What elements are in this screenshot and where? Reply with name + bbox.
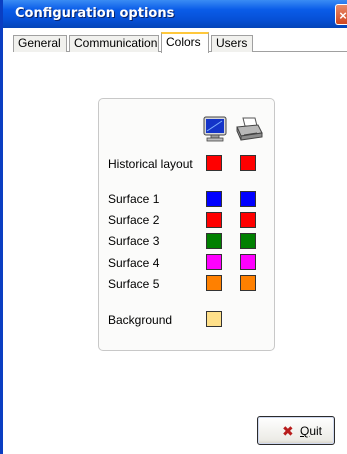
surface-2-screen-swatch[interactable]: [206, 212, 222, 228]
historical-layout-screen-swatch[interactable]: [206, 155, 222, 171]
close-button[interactable]: ×: [335, 4, 347, 25]
surface-3-screen-swatch[interactable]: [206, 233, 222, 249]
tab-users[interactable]: Users: [211, 35, 253, 52]
row-label-surface-2: Surface 2: [108, 213, 160, 227]
tab-label: Users: [216, 36, 248, 50]
x-icon: ✖: [282, 423, 294, 439]
row-label-background: Background: [108, 313, 173, 327]
tab-label: Communication: [74, 36, 158, 50]
surface-2-print-swatch[interactable]: [240, 212, 256, 228]
monitor-icon: [200, 114, 230, 144]
background-screen-swatch[interactable]: [206, 311, 222, 327]
quit-label: Quit: [300, 424, 322, 438]
quit-label-rest: uit: [309, 424, 323, 438]
title-bar[interactable]: Configuration options ×: [3, 0, 347, 28]
printer-icon: [234, 114, 264, 144]
tab-strip: General Communication Colors Users: [13, 32, 347, 53]
quit-button[interactable]: ✖ Quit: [257, 416, 335, 445]
row-label-surface-1: Surface 1: [108, 192, 160, 206]
tab-label: Colors: [166, 35, 201, 49]
surface-4-screen-swatch[interactable]: [206, 254, 222, 270]
tab-general[interactable]: General: [13, 35, 67, 52]
surface-1-screen-swatch[interactable]: [206, 191, 222, 207]
tab-label: General: [18, 36, 61, 50]
quit-accelerator: Q: [300, 424, 310, 438]
row-label-historical-layout: Historical layout: [108, 157, 193, 171]
config-window: Configuration options × General Communic…: [0, 0, 347, 454]
historical-layout-print-swatch[interactable]: [240, 155, 256, 171]
surface-5-print-swatch[interactable]: [240, 275, 256, 291]
surface-5-screen-swatch[interactable]: [206, 275, 222, 291]
tab-colors[interactable]: Colors: [161, 32, 209, 53]
surface-3-print-swatch[interactable]: [240, 233, 256, 249]
surface-4-print-swatch[interactable]: [240, 254, 256, 270]
row-label-surface-3: Surface 3: [108, 234, 160, 248]
surface-1-print-swatch[interactable]: [240, 191, 256, 207]
tab-communication[interactable]: Communication: [69, 35, 159, 52]
window-title: Configuration options: [15, 6, 175, 21]
close-icon: ×: [339, 8, 347, 23]
row-label-surface-5: Surface 5: [108, 277, 160, 291]
row-label-surface-4: Surface 4: [108, 256, 160, 270]
